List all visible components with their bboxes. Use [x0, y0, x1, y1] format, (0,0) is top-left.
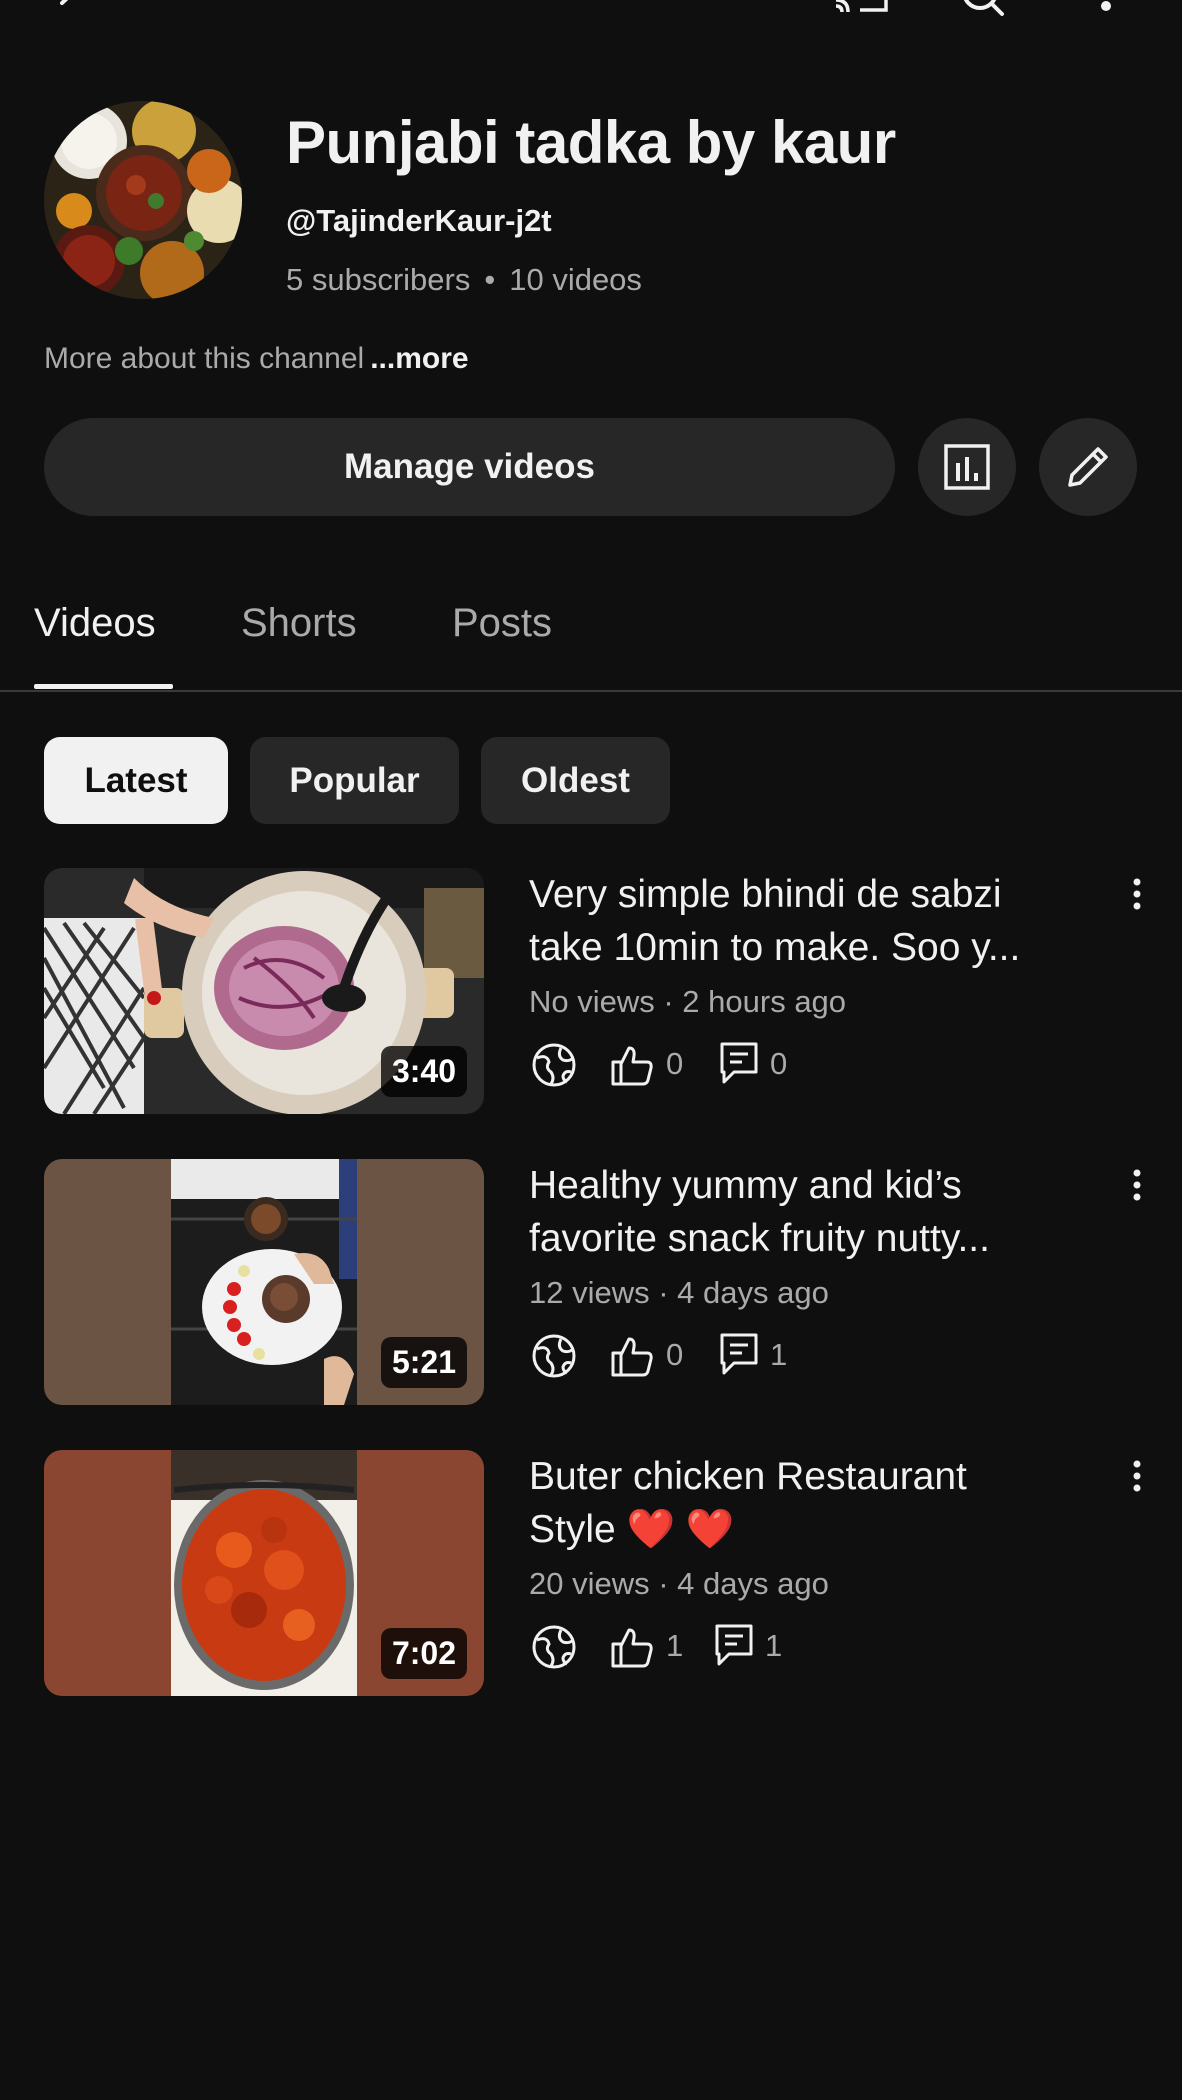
about-text: More about this channel [44, 342, 365, 375]
like-count: 0 [666, 1337, 684, 1372]
channel-name: Punjabi tadka by kaur [286, 109, 896, 176]
subscriber-count: 5 subscribers [286, 262, 471, 297]
thumbs-up-icon[interactable] [609, 1042, 655, 1088]
video-title[interactable]: Healthy yummy and kid’s favorite snack f… [529, 1159, 1089, 1265]
video-stats: 0 1 [529, 1329, 1089, 1379]
video-duration: 3:40 [380, 1046, 467, 1097]
channel-avatar[interactable] [44, 101, 242, 299]
more-vert-icon[interactable] [1122, 876, 1152, 916]
video-stats: 1 1 [529, 1620, 1089, 1670]
more-vert-icon[interactable] [1122, 1167, 1152, 1207]
video-title-line-2: Style ❤️ ❤️ [529, 1508, 735, 1551]
tabs-divider [0, 690, 1182, 692]
video-title-line-2: favorite snack fruity nutty... [529, 1217, 990, 1260]
chip-oldest[interactable]: Oldest [481, 737, 670, 824]
comment-count: 0 [770, 1046, 788, 1081]
video-title-line-1: Buter chicken Restaurant [529, 1455, 967, 1498]
cast-icon[interactable] [834, 0, 892, 16]
edit-channel-button[interactable] [1039, 418, 1137, 516]
video-item[interactable]: 7:02 Buter chicken Restaurant Style ❤️ ❤… [0, 1450, 1182, 1700]
thumbs-up-icon[interactable] [609, 1333, 655, 1379]
channel-handle: @TajinderKaur-j2t [286, 203, 552, 238]
video-meta: 12 views · 4 days ago [529, 1275, 829, 1310]
video-count: 10 videos [509, 262, 642, 297]
top-app-bar [0, 0, 1182, 30]
food-platter-image [44, 101, 242, 299]
active-tab-indicator [34, 684, 173, 689]
search-icon[interactable] [958, 0, 1008, 18]
thumbs-up-icon[interactable] [609, 1624, 655, 1670]
video-stats: 0 0 [529, 1038, 1089, 1088]
comment-count: 1 [765, 1628, 783, 1663]
channel-stats: 5 subscribers • 10 videos [286, 262, 642, 298]
video-thumbnail[interactable]: 3:40 [44, 868, 484, 1114]
tab-posts[interactable]: Posts [452, 601, 552, 646]
manage-videos-button[interactable]: Manage videos [44, 418, 895, 516]
public-globe-icon [532, 1334, 576, 1378]
tab-videos[interactable]: Videos [34, 601, 156, 646]
video-title-line-1: Healthy yummy and kid’s [529, 1164, 962, 1207]
comment-icon[interactable] [713, 1622, 755, 1668]
pencil-icon [1068, 447, 1108, 487]
comment-icon[interactable] [718, 1040, 760, 1086]
more-vert-icon[interactable] [1096, 0, 1116, 16]
comment-count: 1 [770, 1337, 788, 1372]
more-link[interactable]: ...more [370, 342, 468, 375]
video-title[interactable]: Buter chicken Restaurant Style ❤️ ❤️ [529, 1450, 1089, 1556]
video-title-line-1: Very simple bhindi de sabzi [529, 873, 1002, 916]
tab-shorts[interactable]: Shorts [241, 601, 357, 646]
stats-separator: • [484, 262, 496, 297]
video-title[interactable]: Very simple bhindi de sabzi take 10min t… [529, 868, 1089, 974]
public-globe-icon [532, 1625, 576, 1669]
more-vert-icon[interactable] [1122, 1458, 1152, 1498]
chip-popular[interactable]: Popular [250, 737, 459, 824]
video-thumbnail[interactable]: 7:02 [44, 1450, 484, 1696]
video-thumbnail[interactable]: 5:21 [44, 1159, 484, 1405]
video-title-line-2: take 10min to make. Soo y... [529, 926, 1021, 969]
video-duration: 5:21 [380, 1337, 467, 1388]
back-arrow-icon[interactable] [52, 0, 86, 20]
video-item[interactable]: 3:40 Very simple bhindi de sabzi take 10… [0, 868, 1182, 1118]
channel-about[interactable]: More about this channel ...more [44, 342, 469, 376]
chip-latest[interactable]: Latest [44, 737, 228, 824]
comment-icon[interactable] [718, 1331, 760, 1377]
video-meta: No views · 2 hours ago [529, 984, 847, 1019]
video-meta: 20 views · 4 days ago [529, 1566, 829, 1601]
public-globe-icon [532, 1043, 576, 1087]
analytics-icon [944, 444, 990, 490]
video-item[interactable]: 5:21 Healthy yummy and kid’s favorite sn… [0, 1159, 1182, 1409]
like-count: 1 [666, 1628, 684, 1663]
video-duration: 7:02 [380, 1628, 467, 1679]
like-count: 0 [666, 1046, 684, 1081]
analytics-button[interactable] [918, 418, 1016, 516]
